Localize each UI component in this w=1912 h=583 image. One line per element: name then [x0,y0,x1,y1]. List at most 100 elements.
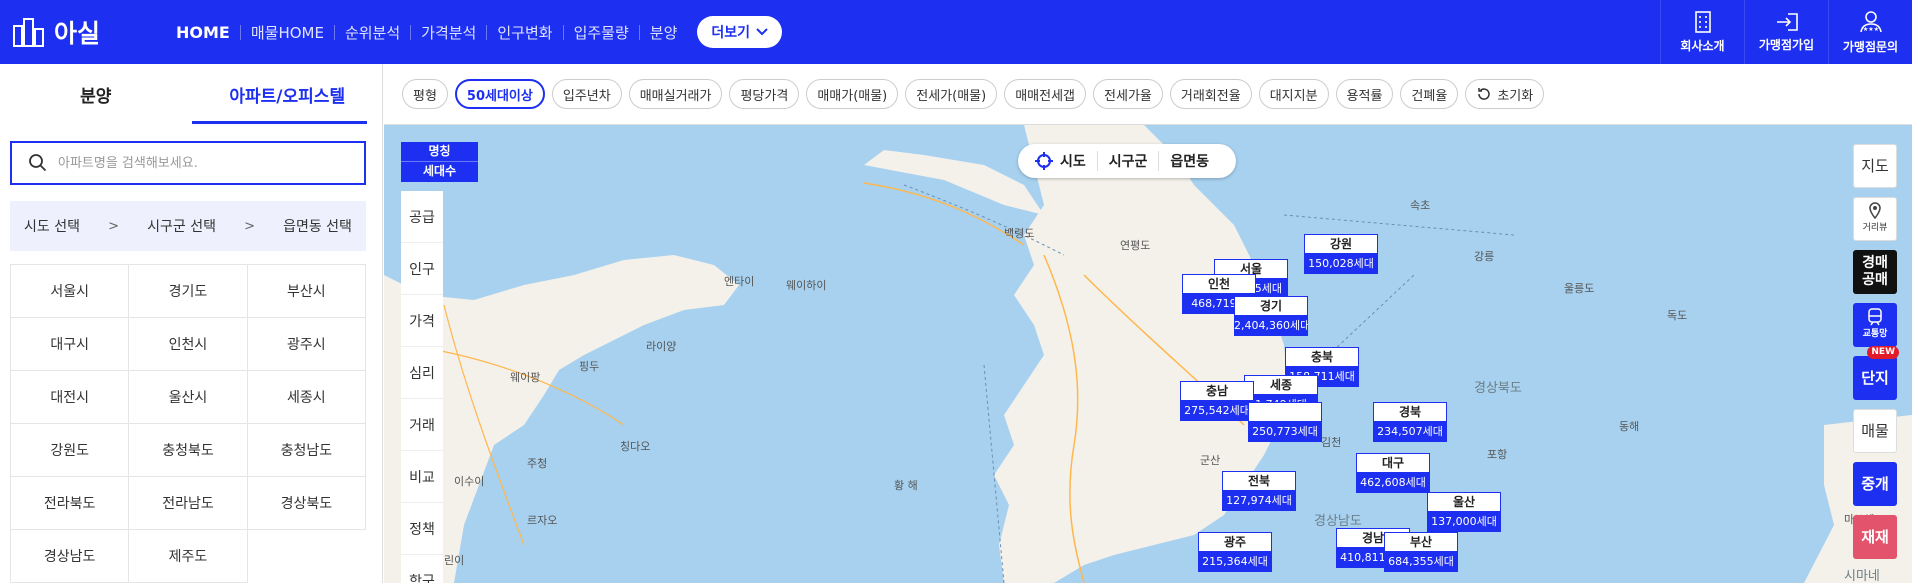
more-button-label: 더보기 [711,24,751,40]
filter-size[interactable]: 평형 [402,79,448,109]
company-intro-label: 회사소개 [1680,38,1725,53]
side-menu-price[interactable]: 가격 [401,295,443,347]
filter-actual-sale-price[interactable]: 매매실거래가 [628,79,723,109]
header-actions: 회사소개 가맹점가입 ★★★ 가맹점문의 [1660,0,1912,64]
map-mode-button[interactable]: 지도 [1853,144,1897,188]
side-menu-school-district[interactable]: 학군 [401,555,443,583]
region-marker-daegu[interactable]: 대구 462,608세대 [1356,453,1430,493]
region-marker-busan[interactable]: 부산 684,355세대 [1384,532,1458,572]
auction-button[interactable]: 경매 공매 [1853,250,1897,294]
nav-presale[interactable]: 분양 [640,22,688,43]
nav-price-analysis[interactable]: 가격분석 [411,22,486,43]
logo[interactable]: 아실 [12,14,100,50]
crosshair-icon [1035,152,1053,170]
region-item[interactable]: 전라북도 [11,477,130,530]
map-label: 군산 [1200,454,1221,467]
nav-listing-home[interactable]: 매물HOME [241,22,334,43]
breadcrumb-city[interactable]: 시구군 선택 [147,216,216,236]
side-menu-compare[interactable]: 비교 [401,451,443,503]
marker-value: 137,000세대 [1427,512,1501,532]
region-marker-gwangju[interactable]: 광주 215,364세대 [1198,532,1272,572]
side-menu-supply[interactable]: 공급 [401,191,443,243]
region-marker-daejeon[interactable]: 250,773세대 [1248,402,1322,442]
search-box [10,141,366,185]
listings-button[interactable]: 매물 [1853,409,1897,453]
region-marker-jeonbuk[interactable]: 전북 127,974세대 [1222,471,1296,511]
region-marker-gyeongbuk[interactable]: 경북 234,507세대 [1373,402,1447,442]
region-item[interactable]: 경기도 [129,265,248,318]
nav-home[interactable]: HOME [166,23,240,42]
filter-floor-area-ratio[interactable]: 용적률 [1335,79,1394,109]
region-item[interactable]: 부산시 [247,265,366,318]
region-item[interactable]: 대전시 [11,371,130,424]
marker-name: 충북 [1285,347,1359,367]
region-item[interactable]: 경상남도 [11,530,130,583]
region-marker-gyeonggi[interactable]: 경기 2,404,360세대 [1234,296,1308,336]
marker-name: 울산 [1427,492,1501,512]
franchise-inquiry-button[interactable]: ★★★ 가맹점문의 [1828,0,1912,64]
region-item[interactable]: 서울시 [11,265,130,318]
filter-sale-jeonse-gap[interactable]: 매매전세갭 [1004,79,1087,109]
breadcrumb-province[interactable]: 시도 선택 [24,216,80,236]
franchise-join-button[interactable]: 가맹점가입 [1744,0,1828,64]
map-label: 핑두 [579,360,600,373]
marker-name: 경기 [1234,296,1308,316]
region-item[interactable]: 대구시 [11,318,130,371]
search-input[interactable] [58,155,348,171]
region-item[interactable]: 제주도 [129,530,248,583]
nav-population[interactable]: 인구변화 [487,22,562,43]
region-item[interactable]: 충청북도 [129,424,248,477]
region-item[interactable]: 경상북도 [247,477,366,530]
filter-move-in-year[interactable]: 입주년차 [551,79,622,109]
company-intro-button[interactable]: 회사소개 [1660,0,1744,64]
nav-ranking[interactable]: 순위분석 [335,22,410,43]
more-button[interactable]: 더보기 [697,16,783,48]
search-icon[interactable] [28,153,48,173]
nav-move-in-volume[interactable]: 입주물량 [564,22,639,43]
filter-price-per-pyeong[interactable]: 평당가격 [729,79,800,109]
map-label: 엔타이 [724,275,755,288]
marker-legend-tag[interactable]: 명칭 세대수 [401,142,478,182]
region-item[interactable]: 강원도 [11,424,130,477]
breadcrumb-town[interactable]: 읍면동 선택 [283,216,352,236]
filter-jeonse-price-listing[interactable]: 전세가(매물) [905,79,998,109]
filter-land-share[interactable]: 대지지분 [1258,79,1329,109]
train-icon [1868,307,1882,325]
region-marker-gangwon[interactable]: 강원 150,028세대 [1304,234,1378,274]
region-item[interactable]: 인천시 [129,318,248,371]
region-grid: 서울시 경기도 부산시 대구시 인천시 광주시 대전시 울산시 세종시 강원도 … [10,264,366,583]
reset-filters-button[interactable]: 초기화 [1465,79,1545,109]
region-item[interactable]: 세종시 [247,371,366,424]
filter-turnover-rate[interactable]: 거래회전율 [1169,79,1252,109]
transit-button[interactable]: 교통망 [1853,303,1897,347]
region-marker-chungnam[interactable]: 충남 275,542세대 [1180,381,1254,421]
complex-button[interactable]: 단지 NEW [1853,346,1899,400]
brokerage-button[interactable]: 중개 [1853,462,1897,506]
side-menu-population[interactable]: 인구 [401,243,443,295]
map-label: 속초 [1410,199,1431,212]
side-menu-policy[interactable]: 정책 [401,503,443,555]
marker-value: 2,404,360세대 [1234,316,1308,336]
level-town[interactable]: 읍면동 [1158,151,1220,171]
map-view[interactable]: 백령도 연평도 속초 강릉 울릉도 독도 엔타이 웨이하이 라이양 웨이팡 핑두… [384,125,1912,583]
region-item[interactable]: 전라남도 [129,477,248,530]
level-city[interactable]: 시구군 [1096,151,1159,171]
side-menu-transactions[interactable]: 거래 [401,399,443,451]
level-province[interactable]: 시도 [1034,151,1097,171]
region-marker-ulsan[interactable]: 울산 137,000세대 [1427,492,1501,532]
filter-50-households[interactable]: 50세대이상 [454,79,545,109]
map-label: 칭다오 [620,440,651,453]
filter-jeonse-ratio[interactable]: 전세가율 [1093,79,1163,109]
tab-apartment-officetel[interactable]: 아파트/오피스텔 [191,64,384,126]
region-item[interactable]: 충청남도 [247,424,366,477]
chevron-right-icon: > [108,218,120,234]
redevelopment-button[interactable]: 재재 [1853,515,1897,559]
tab-presale[interactable]: 분양 [0,64,192,126]
map-label: 황 해 [894,479,918,492]
side-menu-sentiment[interactable]: 심리 [401,347,443,399]
filter-sale-price-listing[interactable]: 매매가(매물) [806,79,899,109]
region-item[interactable]: 광주시 [247,318,366,371]
filter-building-coverage[interactable]: 건폐율 [1400,79,1459,109]
street-view-button[interactable]: 거리뷰 [1853,197,1897,241]
region-item[interactable]: 울산시 [129,371,248,424]
